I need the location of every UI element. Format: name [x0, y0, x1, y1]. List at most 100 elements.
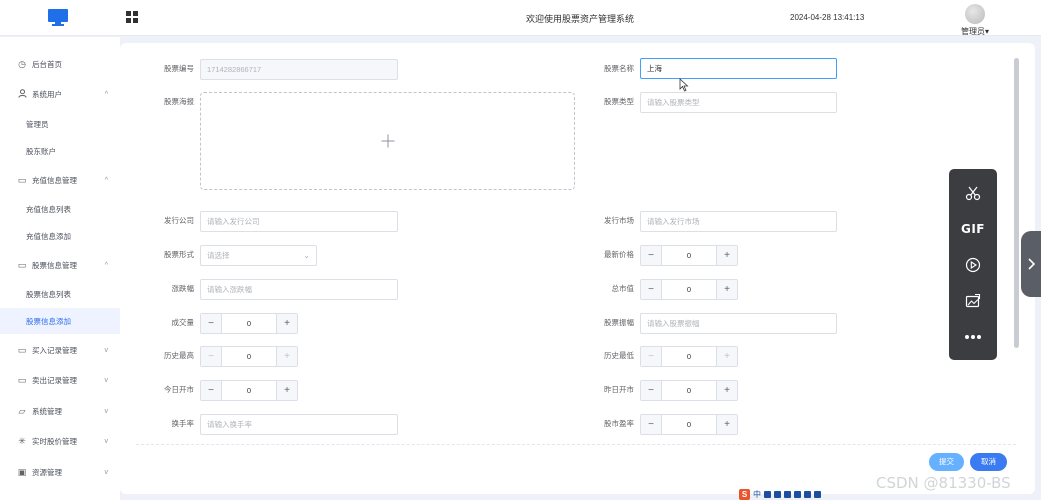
moon-icon[interactable]: [764, 490, 771, 498]
stock-code-field: 1714282866717: [200, 59, 398, 80]
submit-button[interactable]: 提交: [929, 453, 964, 471]
gif-icon[interactable]: GIF: [949, 217, 997, 241]
today-open-stepper[interactable]: − 0 +: [200, 380, 298, 401]
stock-name-input[interactable]: 上海: [640, 58, 837, 79]
sidebar-item-stock-list[interactable]: 股票信息列表: [0, 281, 120, 307]
scrollbar[interactable]: [1014, 58, 1019, 348]
sidebar-item-admin[interactable]: 管理员: [0, 111, 120, 137]
sidebar-item-buy-records[interactable]: ▭ 买入记录管理 v: [0, 337, 120, 363]
chevron-down-icon: v: [104, 376, 109, 384]
ime-mode-label[interactable]: 中: [753, 489, 761, 500]
decrement-button[interactable]: −: [641, 381, 662, 400]
sidebar-item-stock-add[interactable]: 股票信息添加: [0, 308, 120, 334]
wrench-icon[interactable]: [814, 490, 821, 498]
amplitude-input[interactable]: 请输入股票振幅: [640, 313, 837, 334]
scissors-icon[interactable]: [949, 181, 997, 205]
decrement-button[interactable]: −: [201, 314, 222, 333]
poster-upload[interactable]: [200, 92, 575, 190]
chevron-down-icon: v: [104, 407, 109, 415]
increment-button[interactable]: +: [276, 347, 297, 366]
issuer-input[interactable]: 请输入发行公司: [200, 211, 398, 232]
volume-stepper[interactable]: − 0 +: [200, 313, 298, 334]
keyboard-icon[interactable]: [784, 490, 791, 498]
hist-low-stepper[interactable]: − 0 +: [640, 346, 738, 367]
decrement-button[interactable]: −: [201, 381, 222, 400]
sidebar-item-recharge-add[interactable]: 充值信息添加: [0, 223, 120, 249]
chevron-up-icon: ^: [104, 176, 108, 184]
sidebar-item-label: 实时股价管理: [32, 436, 77, 446]
record-icon[interactable]: [949, 253, 997, 277]
yesterday-open-value[interactable]: 0: [662, 381, 716, 400]
sidebar-item-label: 后台首页: [32, 59, 62, 69]
skin-icon[interactable]: [794, 490, 801, 498]
volume-label: 成交量: [171, 318, 195, 327]
menu-icon[interactable]: [804, 490, 811, 498]
yesterday-open-label: 昨日开市: [604, 385, 634, 394]
increment-button[interactable]: +: [276, 381, 297, 400]
user-menu[interactable]: 管理员▾: [955, 4, 995, 37]
punctuation-icon[interactable]: [774, 490, 781, 498]
market-cap-stepper[interactable]: − 0 +: [640, 279, 738, 300]
top-header: 欢迎使用股票资产管理系统 2024-04-28 13:41:13 管理员▾: [0, 0, 1041, 36]
avatar[interactable]: [965, 4, 985, 24]
form-type-select-value: 请选择: [207, 251, 230, 260]
amplitude-label: 股票振幅: [604, 318, 634, 327]
stock-type-input[interactable]: 请输入股票类型: [640, 92, 837, 113]
stock-code-label: 股票编号: [164, 64, 194, 73]
sidebar: ◷ 后台首页 系统用户 ^ 管理员 股东账户 ▭ 充值信息管理 ^ 充值信息列表…: [0, 37, 120, 500]
decrement-button[interactable]: −: [641, 415, 662, 434]
sidebar-item-realtime-price[interactable]: ✳ 实时股价管理 v: [0, 428, 120, 454]
increment-button[interactable]: +: [716, 415, 737, 434]
hist-low-value[interactable]: 0: [662, 347, 716, 366]
grid-menu-icon[interactable]: [126, 11, 138, 23]
latest-price-stepper[interactable]: − 0 +: [640, 245, 738, 266]
sidebar-item-system-users[interactable]: 系统用户 ^: [0, 81, 120, 107]
sidebar-item-label: 卖出记录管理: [32, 375, 77, 385]
yesterday-open-stepper[interactable]: − 0 +: [640, 380, 738, 401]
form-type-select[interactable]: 请选择 ⌄: [200, 245, 317, 266]
chevron-down-icon: ⌄: [303, 251, 310, 260]
increment-button[interactable]: +: [716, 280, 737, 299]
latest-price-label: 最新价格: [604, 250, 634, 259]
decrement-button[interactable]: −: [641, 347, 662, 366]
sidebar-item-shareholder-account[interactable]: 股东账户: [0, 138, 120, 164]
ime-toolbar[interactable]: S 中: [739, 488, 839, 500]
sidebar-item-stock-mgmt[interactable]: ▭ 股票信息管理 ^: [0, 252, 120, 278]
increment-button[interactable]: +: [716, 246, 737, 265]
hist-high-value[interactable]: 0: [222, 347, 276, 366]
sidebar-item-recharge-mgmt[interactable]: ▭ 充值信息管理 ^: [0, 167, 120, 193]
decrement-button[interactable]: −: [641, 280, 662, 299]
mouse-cursor-icon: [679, 78, 689, 92]
decrement-button[interactable]: −: [641, 246, 662, 265]
decrement-button[interactable]: −: [201, 347, 222, 366]
more-icon[interactable]: [949, 325, 997, 349]
volume-value[interactable]: 0: [222, 314, 276, 333]
image-icon[interactable]: [949, 289, 997, 313]
hist-high-stepper[interactable]: − 0 +: [200, 346, 298, 367]
monitor-logo-icon[interactable]: [48, 9, 68, 26]
poster-label: 股票海报: [164, 97, 194, 106]
pe-ratio-value[interactable]: 0: [662, 415, 716, 434]
increment-button[interactable]: +: [716, 347, 737, 366]
user-name[interactable]: 管理员▾: [955, 26, 995, 37]
chevron-right-icon[interactable]: [1021, 231, 1041, 297]
market-cap-value[interactable]: 0: [662, 280, 716, 299]
increment-button[interactable]: +: [276, 314, 297, 333]
sidebar-item-system-mgmt[interactable]: ▱ 系统管理 v: [0, 398, 120, 424]
market-input[interactable]: 请输入发行市场: [640, 211, 837, 232]
sidebar-item-home[interactable]: ◷ 后台首页: [0, 51, 120, 77]
sidebar-item-sell-records[interactable]: ▭ 卖出记录管理 v: [0, 367, 120, 393]
sogou-icon[interactable]: S: [739, 488, 750, 500]
latest-price-value[interactable]: 0: [662, 246, 716, 265]
sidebar-item-resource-mgmt[interactable]: ▣ 资源管理 v: [0, 459, 120, 485]
sidebar-item-recharge-list[interactable]: 充值信息列表: [0, 196, 120, 222]
turnover-input[interactable]: 请输入换手率: [200, 414, 398, 435]
datetime-display: 2024-04-28 13:41:13: [790, 13, 865, 22]
cancel-button[interactable]: 取消: [970, 453, 1007, 471]
chevron-down-icon: v: [104, 346, 109, 354]
document-icon: ▭: [17, 174, 27, 185]
increment-button[interactable]: +: [716, 381, 737, 400]
change-pct-input[interactable]: 请输入涨跌幅: [200, 279, 398, 300]
pe-ratio-stepper[interactable]: − 0 +: [640, 414, 738, 435]
today-open-value[interactable]: 0: [222, 381, 276, 400]
